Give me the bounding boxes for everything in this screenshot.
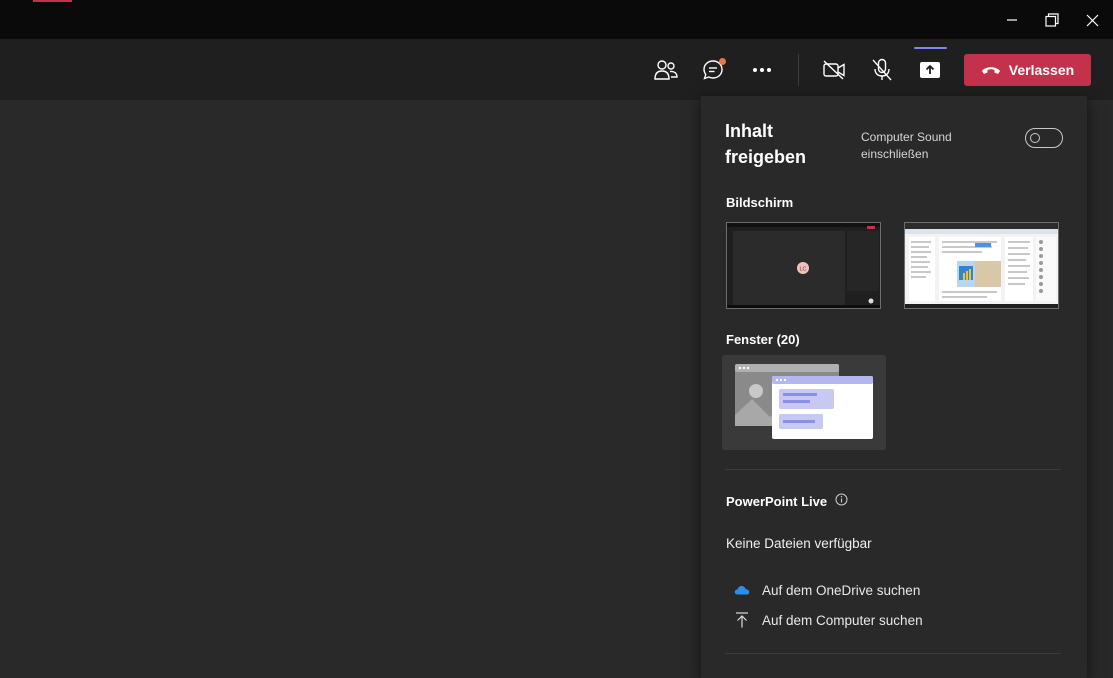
- close-icon[interactable]: [1074, 4, 1110, 36]
- divider: [725, 653, 1061, 654]
- title-bar: [0, 0, 1113, 40]
- computer-sound-label: Computer Sound einschließen: [861, 130, 952, 161]
- screen-1-thumbnail[interactable]: LC: [726, 222, 881, 309]
- chat-icon[interactable]: [693, 50, 733, 90]
- screen-section-label: Bildschirm: [726, 195, 794, 210]
- avatar-initials: LC: [799, 267, 806, 273]
- no-files-text: Keine Dateien verfügbar: [726, 536, 872, 551]
- info-icon[interactable]: [835, 493, 848, 509]
- hangup-icon: [981, 62, 1001, 78]
- divider: [725, 469, 1061, 470]
- share-content-panel: Inhalt freigeben Computer Sound einschli…: [701, 96, 1087, 678]
- powerpoint-live-label: PowerPoint Live: [726, 493, 848, 509]
- screen-2-thumbnail[interactable]: [904, 222, 1059, 309]
- participants-icon[interactable]: [646, 50, 686, 90]
- powerpoint-live-text: PowerPoint Live: [726, 493, 828, 509]
- toolbar-separator: [798, 54, 799, 86]
- browse-onedrive-link[interactable]: Auf dem OneDrive suchen: [734, 582, 920, 598]
- window-illustration-icon: [735, 364, 873, 439]
- chat-notification-dot: [719, 58, 726, 65]
- screen-1-preview: LC: [727, 223, 880, 308]
- window-share-tile[interactable]: [722, 355, 886, 450]
- share-active-indicator: [914, 47, 947, 49]
- onedrive-link-label: Auf dem OneDrive suchen: [762, 582, 921, 598]
- leave-label: Verlassen: [1008, 62, 1075, 78]
- window-section-label: Fenster (20): [726, 332, 800, 347]
- onedrive-cloud-icon: [734, 582, 750, 598]
- toggle-knob: [1030, 133, 1040, 143]
- more-options-icon[interactable]: [742, 50, 782, 90]
- panel-title: Inhalt freigeben: [725, 121, 807, 167]
- camera-off-icon[interactable]: [814, 50, 854, 90]
- title-accent-bar: [33, 0, 72, 2]
- mic-off-icon[interactable]: [862, 50, 902, 90]
- minimize-icon[interactable]: [994, 4, 1030, 36]
- computer-sound-toggle[interactable]: [1025, 128, 1063, 148]
- upload-icon: [734, 612, 750, 628]
- browse-computer-link[interactable]: Auf dem Computer suchen: [734, 612, 923, 628]
- leave-button[interactable]: Verlassen: [964, 54, 1091, 86]
- meeting-stage: [0, 100, 700, 678]
- share-content-icon[interactable]: [910, 50, 950, 90]
- meeting-toolbar: [0, 40, 1113, 100]
- screen-2-preview: [905, 223, 1058, 308]
- computer-link-label: Auf dem Computer suchen: [762, 612, 923, 628]
- restore-icon[interactable]: [1034, 4, 1070, 36]
